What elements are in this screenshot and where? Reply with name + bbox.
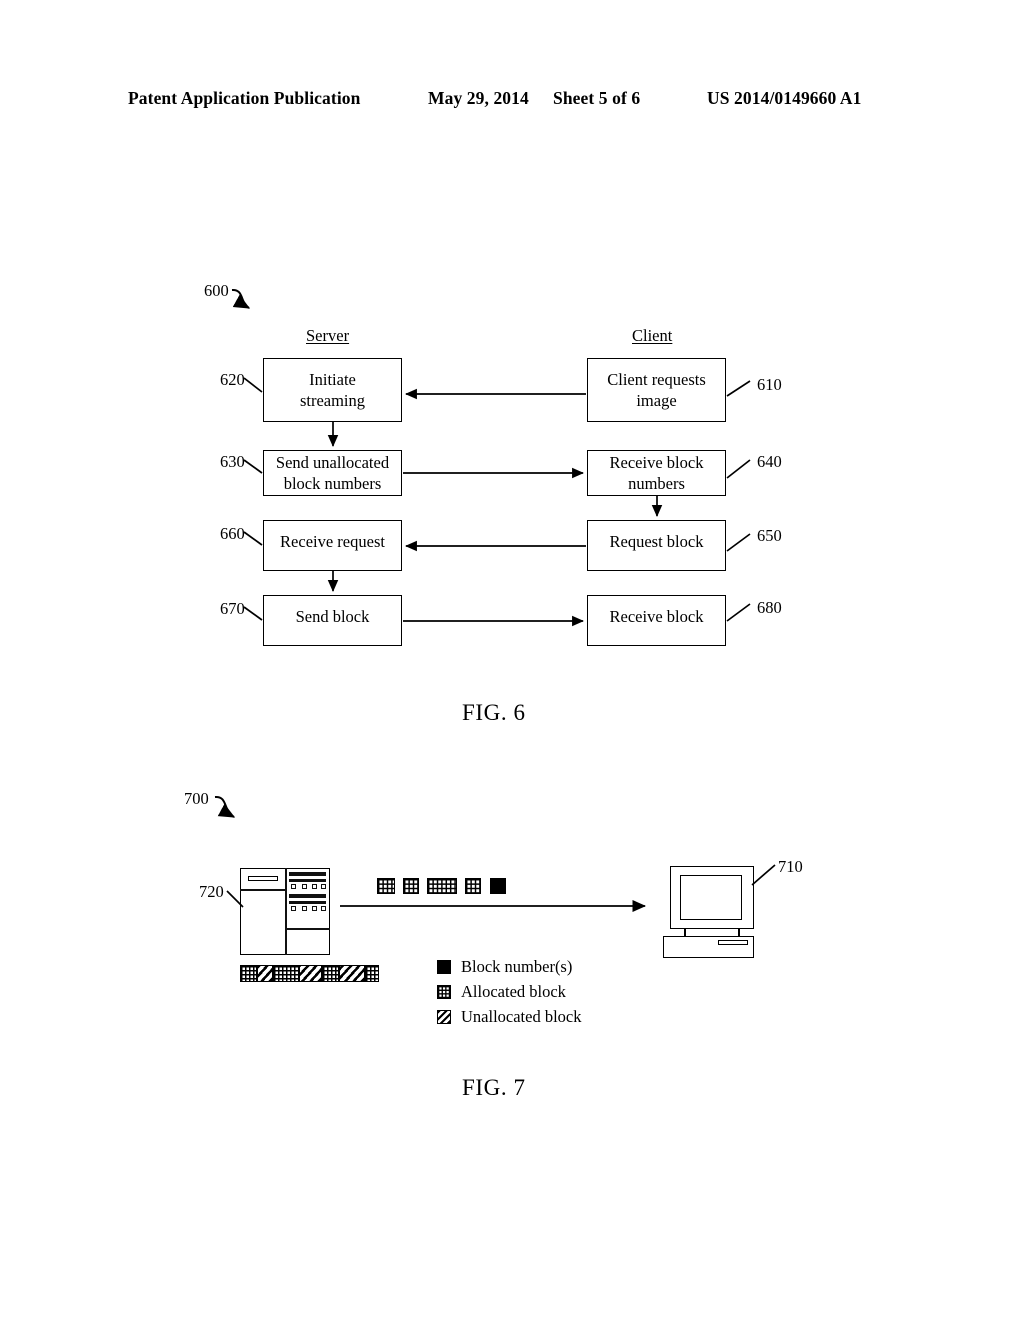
flow-box-initiate-streaming: Initiate streaming	[263, 358, 402, 422]
flow-box-send-block: Send block	[263, 595, 402, 646]
solid-black-square-icon	[437, 960, 451, 974]
ref-label-640: 640	[757, 452, 782, 471]
leader-line-650	[726, 533, 751, 552]
server-led	[302, 884, 307, 889]
ref-label-610: 610	[757, 375, 782, 394]
server-drive-slot	[248, 876, 278, 881]
legend-row-unallocated-block: Unallocated block	[437, 1007, 582, 1027]
column-title-server: Server	[306, 326, 350, 345]
strip-segment-unallocated	[299, 965, 322, 982]
server-left-panel-divider	[240, 889, 285, 891]
flow-box-line: Initiate	[309, 370, 356, 389]
monitor-screen	[680, 875, 742, 920]
leader-line-610	[726, 380, 751, 397]
server-led	[312, 906, 317, 911]
server-bar	[289, 879, 326, 882]
ref-label-620: 620	[220, 370, 245, 389]
flow-box-request-block: Request block	[587, 520, 726, 571]
sheet-number: Sheet 5 of 6	[553, 88, 641, 108]
allocated-block-icon	[465, 878, 481, 894]
legend-row-block-number: Block number(s)	[437, 957, 572, 977]
ref-label-670: 670	[220, 599, 245, 618]
grid-square-icon	[437, 985, 451, 999]
flow-box-line: streaming	[299, 391, 366, 410]
flow-box-client-requests-image: Client requests image	[587, 358, 726, 422]
ref-label-710: 710	[778, 857, 803, 876]
leader-line-660	[243, 531, 263, 546]
publication-title: Patent Application Publication	[128, 88, 361, 108]
leader-line-620	[243, 377, 263, 393]
legend-label: Block number(s)	[461, 957, 573, 976]
flow-box-line: Send block	[295, 607, 370, 626]
legend-row-allocated-block: Allocated block	[437, 982, 566, 1002]
flow-box-receive-request: Receive request	[263, 520, 402, 571]
flow-box-line: Send unallocated	[275, 453, 390, 472]
flow-box-line: Receive request	[280, 532, 385, 551]
flow-box-line: image	[636, 391, 677, 410]
flow-box-receive-block-numbers: Receive block numbers	[587, 450, 726, 496]
ref-label-660: 660	[220, 524, 245, 543]
figure-7-caption: FIG. 7	[462, 1075, 526, 1100]
server-bar	[289, 901, 326, 904]
flow-box-receive-block: Receive block	[587, 595, 726, 646]
leader-line-670	[243, 606, 263, 621]
flow-box-line: Receive block	[609, 453, 704, 472]
strip-segment-unallocated	[257, 965, 273, 982]
column-title-client: Client	[632, 326, 673, 345]
server-bay-divider	[285, 868, 287, 955]
flow-box-send-unallocated-block-numbers: Send unallocated block numbers	[263, 450, 402, 496]
server-led	[312, 884, 317, 889]
block-number-icon	[490, 878, 506, 894]
publication-date: May 29, 2014	[428, 88, 529, 108]
figure-6-ref-arrow	[231, 288, 251, 309]
server-bar	[289, 872, 326, 876]
server-led	[291, 906, 296, 911]
flow-box-line: Receive block	[609, 607, 704, 626]
leader-line-710	[751, 864, 776, 886]
server-led	[321, 884, 326, 889]
figure-line-art-overlay	[214, 288, 776, 912]
server-led	[291, 884, 296, 889]
flow-box-line: Request block	[609, 532, 704, 551]
leader-line-630	[243, 459, 263, 474]
flow-box-line: Client requests	[607, 370, 706, 389]
strip-segment-unallocated	[339, 965, 365, 982]
leader-line-680	[726, 603, 751, 622]
ref-label-720: 720	[199, 882, 224, 901]
strip-segment-allocated	[273, 965, 299, 982]
figure-7-ref-label: 700	[184, 789, 209, 808]
figure-7-ref-arrow	[214, 795, 236, 818]
server-led	[302, 906, 307, 911]
page-header: Patent Application Publication May 29, 2…	[0, 88, 1024, 114]
ref-label-630: 630	[220, 452, 245, 471]
allocated-block-icon	[427, 878, 457, 894]
legend-label: Unallocated block	[461, 1007, 582, 1026]
allocated-block-icon	[403, 878, 419, 894]
ref-label-650: 650	[757, 526, 782, 545]
strip-segment-allocated	[240, 965, 257, 982]
monitor-base-slot	[718, 940, 748, 945]
strip-segment-allocated	[322, 965, 339, 982]
server-lower-panel-divider	[286, 928, 330, 930]
legend-label: Allocated block	[461, 982, 566, 1001]
leader-line-640	[726, 459, 751, 479]
diagonal-hatch-square-icon	[437, 1010, 451, 1024]
ref-label-680: 680	[757, 598, 782, 617]
patent-number: US 2014/0149660 A1	[707, 88, 862, 108]
server-bar	[289, 894, 326, 898]
strip-segment-allocated	[365, 965, 379, 982]
allocated-block-icon	[377, 878, 395, 894]
figure-6-caption: FIG. 6	[462, 700, 526, 725]
flow-box-line: block numbers	[283, 474, 382, 493]
server-led	[321, 906, 326, 911]
figure-6-ref-label: 600	[204, 281, 229, 300]
flow-box-line: numbers	[628, 474, 685, 493]
